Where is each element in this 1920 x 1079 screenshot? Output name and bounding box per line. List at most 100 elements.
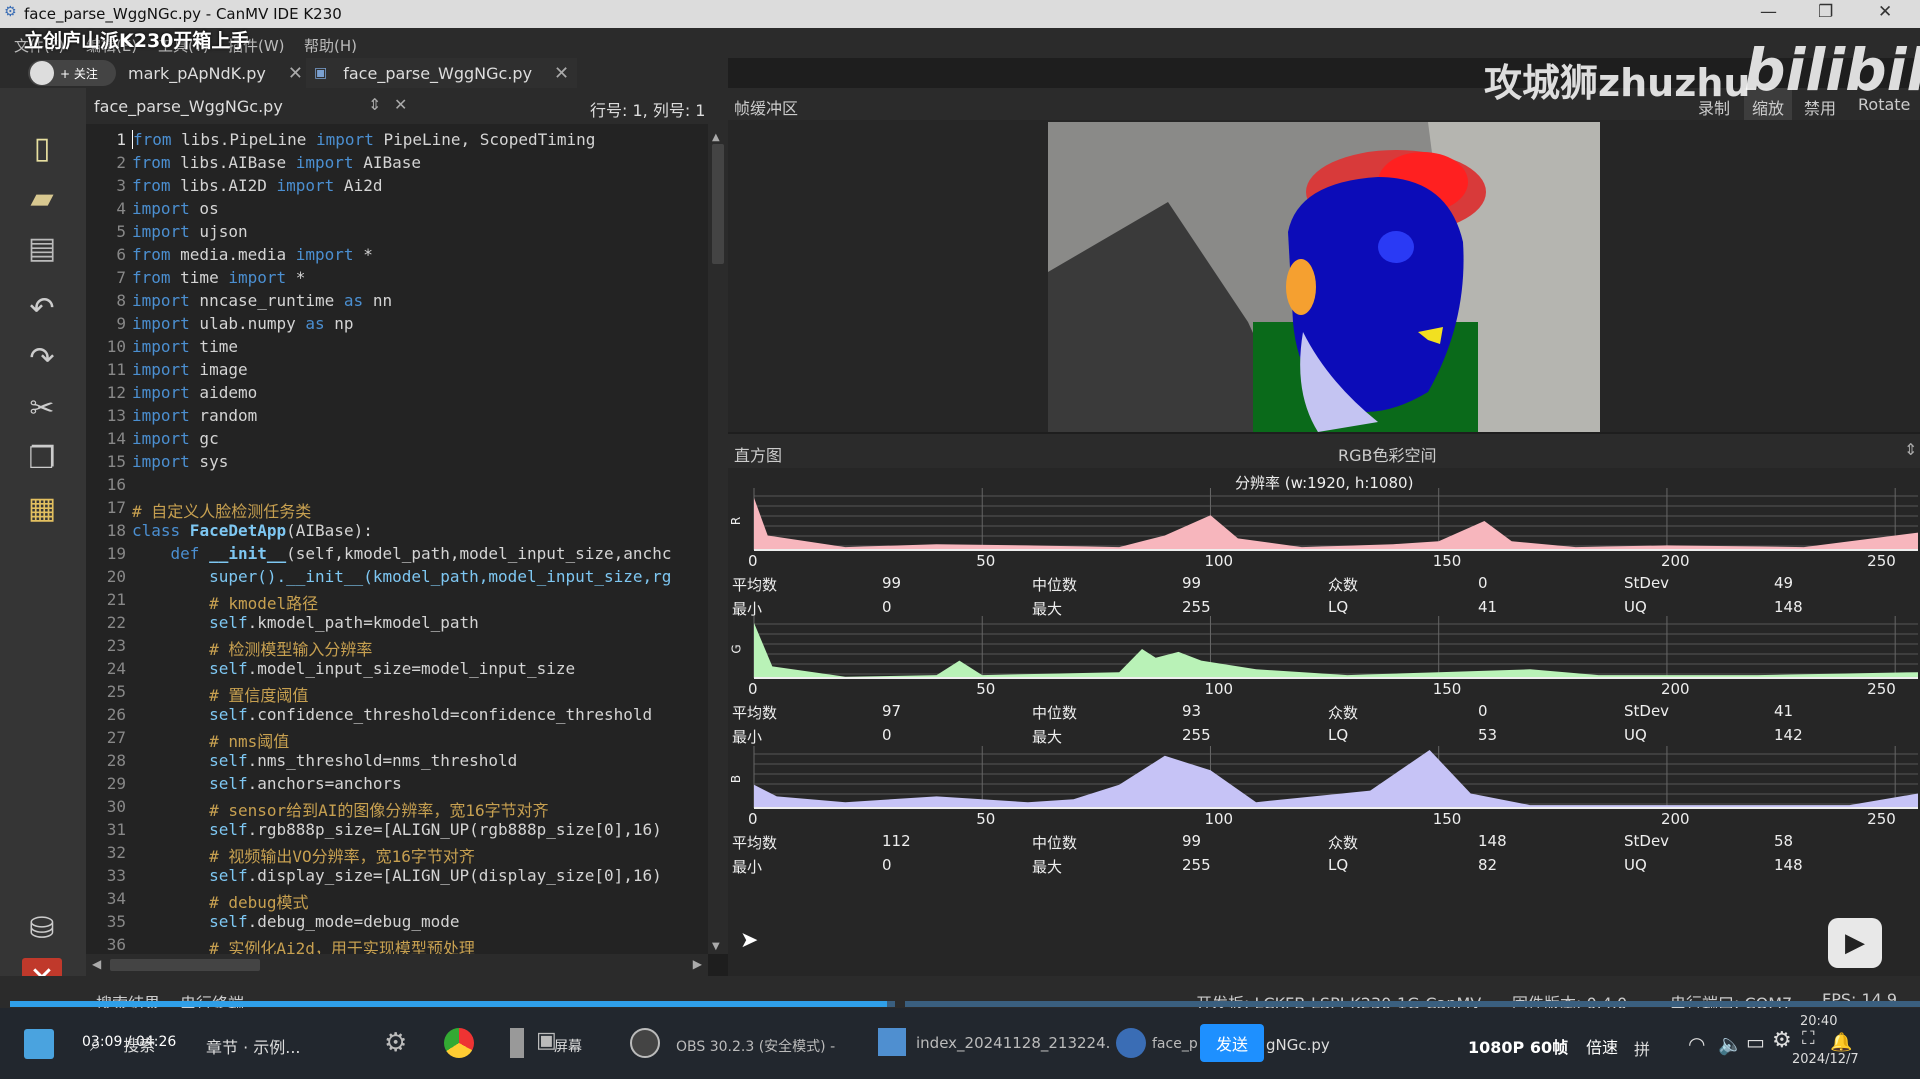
phone-icon[interactable]	[510, 1028, 524, 1058]
tick-label: 150	[1432, 810, 1462, 828]
battery-icon: ▭	[1746, 1030, 1765, 1054]
notification-icon[interactable]: 🔔	[1830, 1032, 1852, 1053]
stat-avg: 97	[882, 702, 902, 720]
stat-min-label: 最小	[732, 858, 763, 876]
chevron-updown-icon[interactable]: ⇕	[1904, 440, 1917, 459]
stat-max: 255	[1182, 856, 1211, 874]
play-icon[interactable]: ▶	[1828, 918, 1882, 968]
line-number: 30	[106, 797, 126, 816]
paste-icon[interactable]: ▦	[22, 488, 62, 528]
file-selector[interactable]: face_parse_WggNGc.py	[94, 97, 283, 116]
quality-button[interactable]: 1080P 60帧	[1468, 1034, 1568, 1058]
obs-icon[interactable]	[630, 1028, 660, 1058]
new-file-icon[interactable]: ▯	[22, 128, 62, 168]
stat-std-label: StDev	[1624, 574, 1670, 592]
tick-label: 100	[1204, 810, 1234, 828]
chapter-button[interactable]: 章节 · 示例...	[206, 1034, 301, 1058]
stat-mode-label: 众数	[1328, 704, 1359, 722]
settings-gear-icon[interactable]: ⚙	[1772, 1028, 1792, 1053]
stat-lq-label: LQ	[1328, 598, 1349, 616]
stat-uq: 148	[1774, 598, 1803, 616]
colorspace-select[interactable]: RGB色彩空间	[1338, 442, 1437, 466]
editor-vertical-scrollbar[interactable]: ▲ ▼	[708, 124, 728, 954]
cut-icon[interactable]: ✂	[22, 388, 62, 428]
histogram-header: 直方图 RGB色彩空间 ⇕	[728, 434, 1920, 468]
clock: 20:40	[1800, 1014, 1838, 1029]
tab-face-parse[interactable]: ▣ face_parse_WggNGc.py ✕	[306, 58, 578, 88]
code-editor[interactable]: 1 2 3 4 5 6 7 8 9 10 11 12 13 14 15 16 17 18 19 20 21 22 23 24 2…	[86, 124, 708, 954]
line-number: 10	[106, 337, 126, 356]
wifi-icon[interactable]: ◠	[1688, 1032, 1705, 1056]
search-icon[interactable]: ⌕	[90, 1032, 101, 1056]
line-number: 29	[106, 774, 126, 793]
volume-icon[interactable]: 🔈	[1718, 1032, 1743, 1056]
stat-uq: 142	[1774, 726, 1803, 744]
stat-std: 41	[1774, 702, 1794, 720]
tick-label: 50	[976, 810, 996, 828]
line-number: 31	[106, 820, 126, 839]
avatar	[30, 61, 54, 85]
restore-icon[interactable]: ❐	[1818, 2, 1833, 22]
line-number: 2	[116, 153, 126, 172]
mouse-cursor-icon: ➤	[740, 928, 759, 953]
line-number: 12	[106, 383, 126, 402]
close-icon[interactable]: ✕	[1878, 2, 1892, 22]
stat-uq-label: UQ	[1624, 726, 1647, 744]
obs-task[interactable]: OBS 30.2.3 (安全模式) -	[676, 1036, 835, 1056]
channel-label: G	[729, 644, 744, 654]
canmv-icon[interactable]	[1116, 1028, 1146, 1058]
line-number: 4	[116, 199, 126, 218]
connect-icon[interactable]: ⛁	[22, 908, 62, 948]
redo-icon[interactable]: ↷	[22, 338, 62, 378]
line-number: 15	[106, 452, 126, 471]
stat-med: 99	[1182, 574, 1202, 592]
stat-uq-label: UQ	[1624, 598, 1647, 616]
follow-button[interactable]: + 关注	[28, 60, 116, 86]
image-icon[interactable]	[878, 1028, 906, 1056]
menu-help[interactable]: 帮助(H)	[304, 35, 357, 56]
save-icon[interactable]: ▤	[22, 228, 62, 268]
video-progress-bar[interactable]	[10, 1001, 1920, 1007]
line-number: 28	[106, 751, 126, 770]
histogram-area-b	[754, 750, 1918, 808]
stat-med-label: 中位数	[1032, 576, 1078, 594]
index-task[interactable]: index_20241128_213224.	[916, 1034, 1110, 1052]
stat-lq-label: LQ	[1328, 856, 1349, 874]
undo-icon[interactable]: ↶	[22, 288, 62, 328]
line-number: 33	[106, 866, 126, 885]
stat-avg-label: 平均数	[732, 704, 778, 722]
stat-lq: 53	[1478, 726, 1498, 744]
tab-mark[interactable]: mark_pApNdK.py ✕	[120, 58, 311, 88]
stat-std-label: StDev	[1624, 702, 1670, 720]
progress-fill	[10, 1001, 887, 1007]
stat-avg-label: 平均数	[732, 834, 778, 852]
chrome-icon[interactable]	[444, 1028, 474, 1058]
ime-label[interactable]: 拼	[1634, 1036, 1650, 1060]
send-button[interactable]: 发送	[1200, 1024, 1264, 1062]
gear-icon[interactable]: ⚙	[384, 1028, 407, 1058]
copy-icon[interactable]: ❐	[22, 438, 62, 478]
tick-label: 250	[1867, 552, 1896, 570]
editor-horizontal-scrollbar[interactable]: ◀ ▶	[86, 954, 708, 976]
close-editor-icon[interactable]: ✕	[394, 95, 407, 114]
tick-label: 100	[1204, 552, 1234, 570]
framebuffer-title: 帧缓冲区	[734, 99, 799, 118]
line-number: 36	[106, 935, 126, 954]
cursor-position: 行号: 1, 列号: 1	[590, 101, 706, 120]
speed-button[interactable]: 倍速	[1586, 1034, 1618, 1058]
stat-uq: 148	[1774, 856, 1803, 874]
editor-header: face_parse_WggNGc.py ⇕ ✕ 行号: 1, 列号: 1	[86, 88, 728, 124]
fullscreen-icon[interactable]: ⛶	[1802, 1028, 1815, 1049]
minimize-icon[interactable]: —	[1760, 2, 1777, 22]
close-tab-icon[interactable]: ✕	[288, 63, 303, 84]
start-icon[interactable]	[24, 1028, 54, 1059]
line-number: 3	[116, 176, 126, 195]
close-tab-icon[interactable]: ✕	[554, 63, 569, 84]
face-task[interactable]: face_p	[1152, 1036, 1198, 1052]
line-number: 14	[106, 429, 126, 448]
open-folder-icon[interactable]: ▰	[22, 178, 62, 218]
line-number: 13	[106, 406, 126, 425]
window-title: face_parse_WggNGc.py - CanMV IDE K230	[24, 5, 342, 23]
chevron-updown-icon[interactable]: ⇕	[368, 95, 381, 114]
stat-lq: 82	[1478, 856, 1498, 874]
